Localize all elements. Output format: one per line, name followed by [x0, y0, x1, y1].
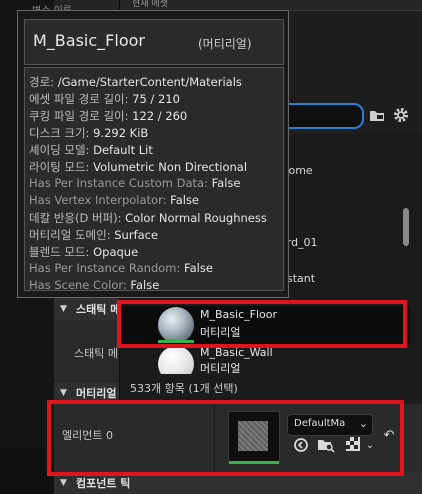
tooltip-line: Has Scene Color: False — [29, 278, 160, 292]
tooltip-line: Has Per Instance Custom Data: False — [29, 176, 241, 190]
tooltip-line: 디스크 크기: 9.292 KiB — [29, 126, 149, 140]
list-item[interactable]: M_Basic_Wall 머티리얼 — [120, 344, 410, 374]
tooltip-body: 경로: /Game/StarterContent/Materials 에셋 파일… — [24, 67, 284, 292]
category-label: 컴포넌트 틱 — [76, 477, 131, 490]
scrollbar[interactable] — [403, 208, 409, 246]
tooltip-subtitle: (머티리얼) — [198, 37, 252, 51]
asset-tooltip: M_Basic_Floor (머티리얼) 경로: /Game/StarterCo… — [17, 10, 289, 298]
tooltip-line: Has Per Instance Random: False — [29, 261, 213, 275]
tooltip-line: 라이팅 모드: Volumetric Non Directional — [29, 160, 248, 174]
collapse-arrow-icon: ▼ — [60, 388, 67, 398]
tooltip-header: M_Basic_Floor (머티리얼) — [24, 19, 284, 65]
highlight-selected-asset — [117, 300, 407, 348]
tooltip-line: 머티리얼 도메인: Surface — [29, 228, 159, 242]
collapse-arrow-icon: ▼ — [60, 304, 67, 314]
tooltip-line: Has Vertex Interpolator: False — [29, 193, 200, 207]
tooltip-title: M_Basic_Floor — [33, 31, 145, 50]
status-bar: 533개 항목 (1개 선택) — [120, 374, 422, 400]
tooltip-line: 블렌드 모드: Opaque — [29, 245, 139, 259]
tooltip-line: 셰이딩 모델: Default Lit — [29, 143, 153, 157]
tooltip-line: 에셋 파일 경로 길이: 75 / 210 — [29, 92, 180, 106]
gear-icon[interactable] — [392, 106, 410, 124]
picker-header-label: 현재 에셋 — [132, 0, 168, 9]
collapse-arrow-icon: ▼ — [60, 478, 67, 488]
material-thumbnail — [158, 346, 194, 374]
category-label: 머티리얼 — [76, 387, 117, 400]
tooltip-line: 경로: /Game/StarterContent/Materials — [29, 75, 242, 89]
category-label: 스태틱 메 — [76, 303, 121, 316]
folder-icon[interactable] — [368, 106, 386, 124]
item-count-text: 533개 항목 (1개 선택) — [130, 382, 238, 395]
tooltip-line: 쿠킹 파일 경로 길이: 122 / 260 — [29, 109, 188, 123]
tooltip-line: 데칼 반응(D 버퍼): Color Normal Roughness — [29, 211, 267, 225]
highlight-element-row — [47, 400, 404, 476]
static-mesh-label: 스태틱 메 — [74, 347, 118, 360]
gutter-band — [0, 448, 54, 494]
asset-type: 머티리얼 — [200, 362, 241, 374]
